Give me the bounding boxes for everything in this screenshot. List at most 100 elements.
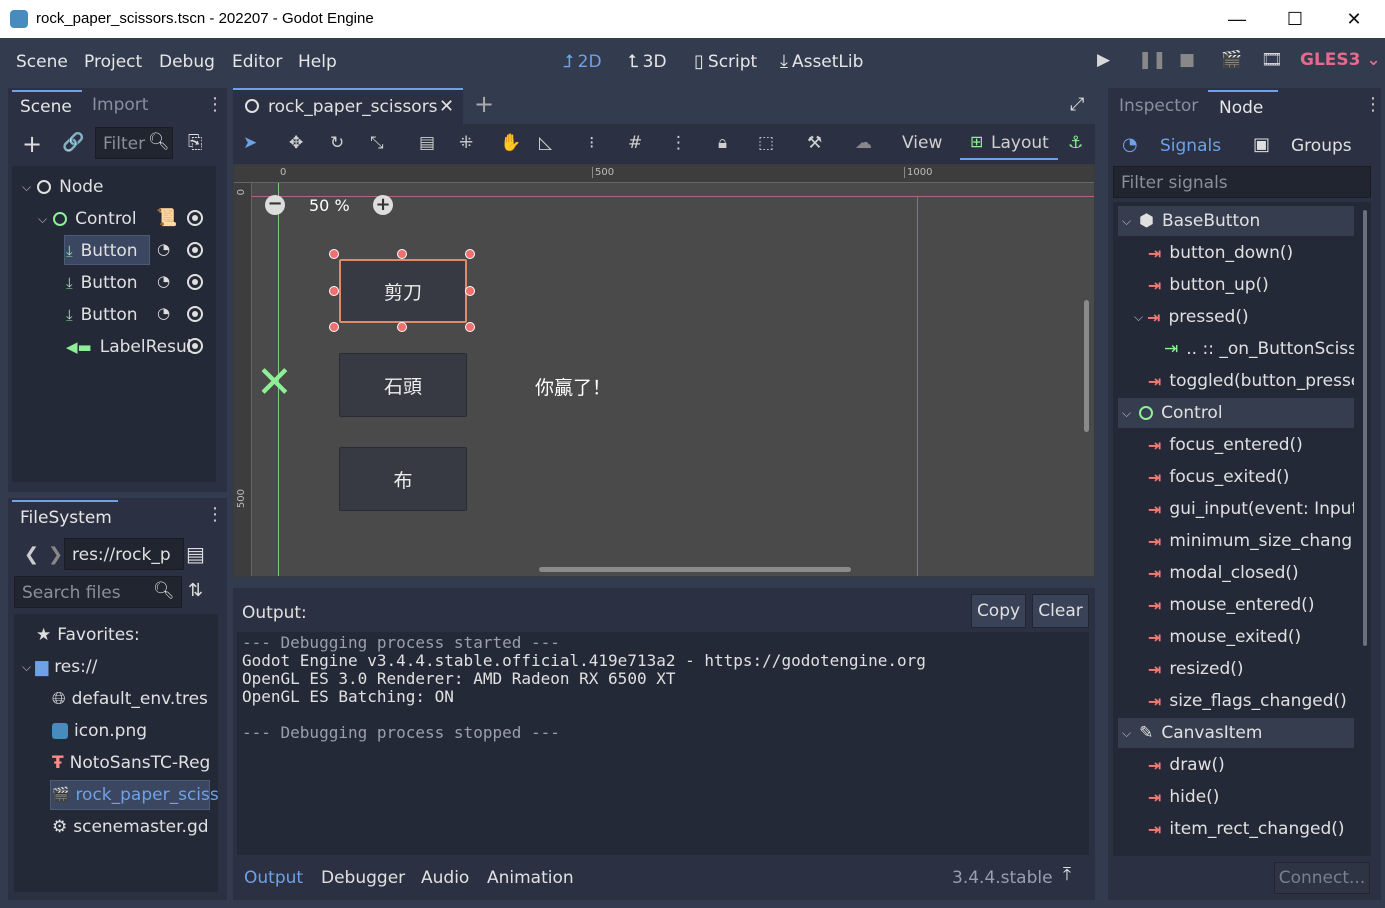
zoom-in-icon[interactable]: +: [373, 195, 393, 215]
script-add-icon[interactable]: ⎘: [188, 132, 202, 153]
list-select-icon[interactable]: ▤: [419, 133, 435, 153]
play-scene-icon[interactable]: 🎬: [1221, 50, 1242, 70]
play-custom-scene-icon[interactable]: 🎞: [1261, 50, 1283, 70]
visibility-eye-icon[interactable]: [187, 274, 203, 290]
menu-project[interactable]: Project: [84, 52, 142, 72]
pivot-icon[interactable]: ⁜: [459, 133, 473, 153]
grid-snap-icon[interactable]: #: [628, 133, 642, 153]
camera-icon[interactable]: ☁: [855, 133, 872, 153]
bottom-tab-audio[interactable]: Audio: [421, 868, 469, 888]
tree-node-button-3[interactable]: ⤓ Button: [66, 300, 138, 330]
signal-item[interactable]: ⇥ focus_exited(): [1148, 462, 1289, 492]
path-input[interactable]: res://rock_p: [64, 538, 184, 570]
tab-filesystem[interactable]: FileSystem: [12, 500, 118, 534]
visibility-eye-icon[interactable]: [187, 242, 203, 258]
search-files-input[interactable]: Search files 🔍︎: [14, 576, 182, 608]
menu-help[interactable]: Help: [298, 52, 337, 72]
back-icon[interactable]: ❮: [24, 544, 39, 565]
menu-debug[interactable]: Debug: [159, 52, 215, 72]
close-button[interactable]: ✕: [1325, 0, 1383, 38]
resize-handle[interactable]: [329, 286, 339, 296]
layout-menu[interactable]: ⊞ Layout: [960, 126, 1058, 160]
filter-signals-input[interactable]: Filter signals: [1113, 166, 1371, 198]
signal-item[interactable]: ⇥ mouse_exited(): [1148, 622, 1301, 652]
scale-tool-icon[interactable]: ⤡: [370, 133, 384, 153]
file-item[interactable]: ⚙ scenemaster.gd: [52, 812, 209, 842]
minimize-button[interactable]: —: [1208, 0, 1266, 38]
subtab-groups[interactable]: Groups: [1291, 136, 1352, 156]
pause-icon[interactable]: ❚❚: [1138, 50, 1167, 70]
dock-menu-icon[interactable]: ⋮: [206, 504, 224, 525]
group-icon[interactable]: ⬚: [758, 133, 774, 153]
rotate-tool-icon[interactable]: ↻: [330, 133, 344, 153]
game-button-paper[interactable]: 布: [339, 447, 467, 511]
signal-item[interactable]: ⇥ gui_input(event: Input: [1148, 494, 1354, 524]
signal-item[interactable]: ⇥ draw(): [1148, 750, 1225, 780]
workspace-script[interactable]: ▯ Script: [694, 51, 757, 72]
workspace-assetlib[interactable]: ⤓ AssetLib: [780, 51, 863, 72]
select-tool-icon[interactable]: ➤: [243, 133, 257, 153]
category-canvasitem[interactable]: ⌵ ✎ CanvasItem: [1118, 718, 1354, 748]
game-button-scissors[interactable]: 剪刀: [339, 259, 467, 323]
pan-icon[interactable]: ✋: [500, 133, 521, 153]
resize-handle[interactable]: [397, 322, 407, 332]
file-item[interactable]: icon.png: [52, 716, 147, 746]
workspace-2d[interactable]: ⮥ 2D: [563, 51, 602, 72]
dock-menu-icon[interactable]: ⋮: [206, 94, 224, 115]
signal-item[interactable]: ⌵ ⇥ pressed(): [1134, 302, 1249, 332]
signal-connected-icon[interactable]: ◔: [157, 240, 170, 258]
horizontal-scrollbar[interactable]: [539, 567, 851, 572]
clear-button[interactable]: Clear: [1032, 594, 1089, 628]
add-node-icon[interactable]: +: [22, 130, 42, 158]
bottom-tab-output[interactable]: Output: [244, 868, 303, 888]
tree-node-root[interactable]: ⌵ Node: [22, 172, 103, 202]
move-tool-icon[interactable]: ✥: [289, 133, 303, 153]
signal-item[interactable]: ⇥ minimum_size_chang: [1148, 526, 1354, 556]
sort-icon[interactable]: ⇅: [188, 580, 203, 601]
link-icon[interactable]: 🔗: [62, 132, 84, 153]
forward-icon[interactable]: ❯: [48, 544, 63, 565]
signal-item[interactable]: ⇥ toggled(button_presse: [1148, 366, 1354, 396]
tree-node-label[interactable]: ◀▬ LabelResul: [66, 332, 191, 362]
snap-options-icon[interactable]: ⋮: [670, 133, 687, 153]
connect-button[interactable]: Connect...: [1274, 862, 1370, 894]
ruler-icon[interactable]: ◺: [539, 133, 552, 153]
bone-icon[interactable]: ⚒: [807, 133, 822, 153]
menu-editor[interactable]: Editor: [232, 52, 282, 72]
stop-icon[interactable]: ■: [1179, 50, 1195, 70]
file-item[interactable]: Ŧ NotoSansTC-Reg: [52, 748, 210, 778]
signal-connection[interactable]: ⇥ .. :: _on_ButtonSciss: [1164, 334, 1354, 364]
subtab-signals[interactable]: Signals: [1160, 136, 1221, 156]
signal-item[interactable]: ⇥ size_flags_changed(): [1148, 686, 1354, 716]
game-button-rock[interactable]: 石頭: [339, 353, 467, 417]
new-scene-tab-icon[interactable]: +: [474, 90, 494, 118]
smart-snap-icon[interactable]: ⁝: [589, 133, 594, 153]
output-log[interactable]: --- Debugging process started --- Godot …: [237, 632, 1089, 855]
copy-button[interactable]: Copy: [971, 594, 1026, 628]
scene-filter-input[interactable]: Filter 🔍︎: [95, 127, 173, 159]
maximize-button[interactable]: ☐: [1266, 0, 1324, 38]
tree-node-control[interactable]: ⌵ Control: [38, 204, 137, 234]
view-menu[interactable]: View: [902, 133, 942, 153]
resize-handle[interactable]: [397, 249, 407, 259]
resize-handle[interactable]: [329, 322, 339, 332]
signal-item[interactable]: ⇥ resized(): [1148, 654, 1244, 684]
anchor-handle-icon[interactable]: ✕: [256, 361, 293, 405]
tree-node-button-1[interactable]: ⤓ Button: [66, 236, 138, 266]
resize-handle[interactable]: [465, 322, 475, 332]
visibility-eye-icon[interactable]: [187, 338, 203, 354]
signal-connected-icon[interactable]: ◔: [157, 272, 170, 290]
visibility-eye-icon[interactable]: [187, 306, 203, 322]
tab-scene[interactable]: Scene: [12, 90, 82, 122]
favorites-item[interactable]: ★ Favorites:: [36, 620, 140, 650]
editor-scene-tab[interactable]: rock_paper_scissors ✕: [233, 88, 463, 124]
resize-handle[interactable]: [329, 249, 339, 259]
anchor-icon[interactable]: ⚓: [1068, 133, 1083, 153]
canvas-viewport[interactable]: 0 500 1000 0 500 − 50 % + ✕ 剪刀 石頭 布 你贏了！: [233, 164, 1095, 577]
tab-import[interactable]: Import: [92, 95, 148, 115]
expand-panel-icon[interactable]: ⤒: [1063, 864, 1071, 885]
signal-item[interactable]: ⇥ focus_entered(): [1148, 430, 1303, 460]
script-icon[interactable]: 📜: [156, 208, 177, 228]
play-icon[interactable]: ▶: [1097, 50, 1110, 70]
tree-node-button-2[interactable]: ⤓ Button: [66, 268, 138, 298]
